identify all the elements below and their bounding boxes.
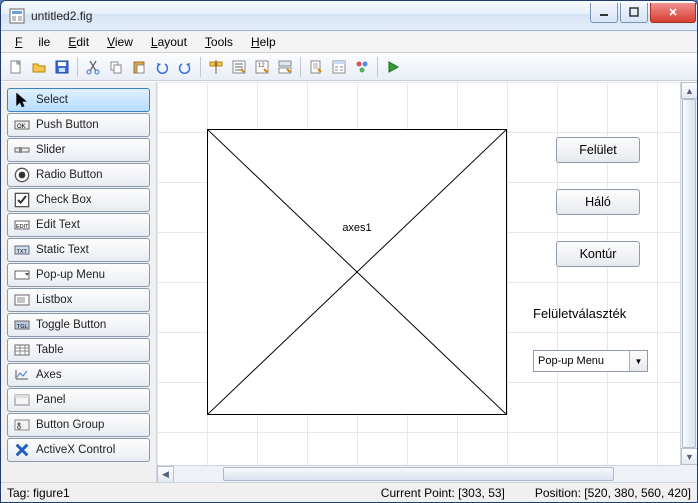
palette-table[interactable]: Table — [7, 338, 150, 362]
canvas[interactable]: axes1 Felület Háló Kontúr Felületválaszt… — [157, 82, 697, 482]
menu-edit[interactable]: Edit — [60, 33, 97, 51]
felulet-button[interactable]: Felület — [556, 137, 640, 163]
palette-static-text[interactable]: TXTStatic Text — [7, 238, 150, 262]
panel-icon — [14, 393, 30, 407]
mfile-editor-icon[interactable] — [305, 56, 327, 78]
copy-icon[interactable] — [105, 56, 127, 78]
toggle-icon: TGL — [14, 318, 30, 332]
statictext-icon: TXT — [14, 243, 30, 257]
workarea: Select OKPush Button Slider Radio Button… — [1, 81, 697, 482]
align-icon[interactable] — [205, 56, 227, 78]
popup-icon — [14, 268, 30, 282]
open-icon[interactable] — [28, 56, 50, 78]
svg-text:EDIT: EDIT — [16, 224, 29, 230]
palette-panel[interactable]: Panel — [7, 388, 150, 412]
svg-text:OK: OK — [17, 124, 26, 130]
svg-text:TGL: TGL — [17, 324, 28, 330]
feluletvalasztek-label: Felületválaszték — [533, 306, 626, 321]
halo-button[interactable]: Háló — [556, 189, 640, 215]
palette-activex[interactable]: ActiveX Control — [7, 438, 150, 462]
statusbar: Tag: figure1 Current Point: [303, 53] Po… — [1, 482, 697, 502]
tab-order-icon[interactable]: 12 — [251, 56, 273, 78]
scroll-corner — [680, 465, 697, 482]
palette-axes[interactable]: Axes — [7, 363, 150, 387]
palette-push-button[interactable]: OKPush Button — [7, 113, 150, 137]
new-icon[interactable] — [5, 56, 27, 78]
toolbar: 12 — [1, 53, 697, 81]
kontur-button[interactable]: Kontúr — [556, 241, 640, 267]
svg-text:TXT: TXT — [17, 249, 28, 255]
guide-window: untitled2.fig File Edit View Layout Tool… — [0, 0, 698, 503]
palette-check-box[interactable]: Check Box — [7, 188, 150, 212]
slider-icon — [14, 143, 30, 157]
status-tag: Tag: figure1 — [7, 486, 70, 500]
app-icon — [9, 8, 25, 24]
checkbox-icon — [14, 193, 30, 207]
vscroll-thumb[interactable] — [682, 99, 696, 448]
status-current-point: Current Point: [303, 53] — [381, 486, 505, 500]
radio-icon — [14, 168, 30, 182]
popup-menu[interactable]: Pop-up Menu ▼ — [533, 350, 648, 372]
palette-select[interactable]: Select — [7, 88, 150, 112]
undo-icon[interactable] — [151, 56, 173, 78]
scroll-left-icon[interactable]: ◀ — [157, 466, 174, 482]
menu-help[interactable]: Help — [243, 33, 284, 51]
hscroll-thumb[interactable] — [223, 467, 614, 481]
toolbar-editor-icon[interactable] — [274, 56, 296, 78]
pushbutton-icon: OK — [14, 118, 30, 132]
palette-listbox[interactable]: Listbox — [7, 288, 150, 312]
save-icon[interactable] — [51, 56, 73, 78]
property-inspector-icon[interactable] — [328, 56, 350, 78]
listbox-icon — [14, 293, 30, 307]
palette-edit-text[interactable]: EDITEdit Text — [7, 213, 150, 237]
vertical-scrollbar[interactable]: ▲ ▼ — [680, 82, 697, 465]
component-palette: Select OKPush Button Slider Radio Button… — [1, 82, 157, 482]
palette-slider[interactable]: Slider — [7, 138, 150, 162]
axes1[interactable]: axes1 — [207, 129, 507, 415]
menu-layout[interactable]: Layout — [143, 33, 195, 51]
menu-view[interactable]: View — [99, 33, 141, 51]
table-icon — [14, 343, 30, 357]
maximize-button[interactable] — [620, 3, 648, 23]
axes-label: axes1 — [208, 222, 506, 234]
palette-button-group[interactable]: Button Group — [7, 413, 150, 437]
menubar: File Edit View Layout Tools Help — [1, 31, 697, 53]
run-icon[interactable] — [382, 56, 404, 78]
axes-icon — [14, 368, 30, 382]
canvas-wrap: axes1 Felület Háló Kontúr Felületválaszt… — [157, 82, 697, 482]
scroll-down-icon[interactable]: ▼ — [681, 448, 697, 465]
cursor-icon — [14, 93, 30, 107]
redo-icon[interactable] — [174, 56, 196, 78]
close-button[interactable] — [650, 3, 696, 23]
menu-editor-icon[interactable] — [228, 56, 250, 78]
palette-toggle-button[interactable]: TGLToggle Button — [7, 313, 150, 337]
popup-value: Pop-up Menu — [538, 355, 604, 367]
palette-radio-button[interactable]: Radio Button — [7, 163, 150, 187]
status-position: Position: [520, 380, 560, 420] — [535, 486, 691, 500]
activex-icon — [14, 443, 30, 457]
svg-text:12: 12 — [258, 63, 265, 69]
chevron-down-icon: ▼ — [629, 351, 647, 371]
window-controls — [588, 3, 696, 23]
cut-icon[interactable] — [82, 56, 104, 78]
menu-tools[interactable]: Tools — [197, 33, 241, 51]
scroll-up-icon[interactable]: ▲ — [681, 82, 697, 99]
window-title: untitled2.fig — [31, 9, 588, 23]
edittext-icon: EDIT — [14, 218, 30, 232]
minimize-button[interactable] — [590, 3, 618, 23]
object-browser-icon[interactable] — [351, 56, 373, 78]
paste-icon[interactable] — [128, 56, 150, 78]
titlebar: untitled2.fig — [1, 1, 697, 31]
palette-popup-menu[interactable]: Pop-up Menu — [7, 263, 150, 287]
buttongroup-icon — [14, 418, 30, 432]
menu-file[interactable]: File — [7, 33, 58, 51]
horizontal-scrollbar[interactable]: ◀ ▶ — [157, 465, 680, 482]
